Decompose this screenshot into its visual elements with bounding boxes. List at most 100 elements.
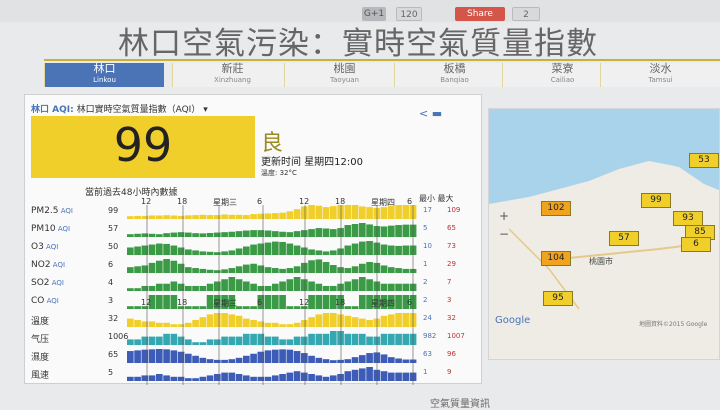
map-marker-2[interactable]: 102: [541, 201, 571, 216]
bar-8-29: [337, 359, 344, 363]
map-marker-1[interactable]: 99: [641, 193, 671, 208]
bar-4-4: [156, 283, 163, 291]
bar-4-15: [235, 279, 243, 291]
bar-7-23: [293, 336, 301, 345]
bar-4-26: [315, 283, 323, 291]
map-marker-8[interactable]: 95: [543, 291, 573, 306]
bar-0-26: [315, 205, 323, 219]
map-marker-7[interactable]: 6: [681, 237, 711, 252]
bar-9-38: [402, 372, 410, 381]
row-name: PM2.5: [31, 206, 59, 216]
bar-1-16: [243, 230, 250, 237]
bar-1-23: [293, 231, 301, 237]
bar-3-21: [279, 268, 286, 273]
bar-5-1: [134, 306, 141, 309]
panel-icons: < ▬: [419, 107, 442, 120]
tab-tamsui[interactable]: 淡水 Tamsui: [600, 63, 720, 87]
bar-0-29: [337, 205, 344, 219]
tab-label: 桃園: [333, 62, 356, 75]
share-icon[interactable]: <: [419, 107, 428, 120]
bar-7-4: [156, 336, 163, 345]
tab-sublabel: Xinzhuang: [214, 76, 251, 84]
axis-mid-tick-5: 18: [335, 298, 346, 307]
bar-2-11: [206, 251, 214, 255]
bar-3-0: [127, 267, 134, 273]
tab-linkou[interactable]: 林口 Linkou: [44, 63, 164, 87]
tab-taoyuan[interactable]: 桃園 Taoyuan: [284, 63, 404, 87]
bar-8-27: [322, 359, 330, 363]
bar-5-31: [351, 306, 359, 309]
bar-2-28: [330, 250, 337, 255]
bar-3-14: [228, 268, 236, 273]
bar-5-30: [344, 306, 352, 309]
bar-2-22: [286, 243, 294, 255]
row-current-8: 65: [108, 350, 119, 359]
bar-7-20: [272, 336, 279, 345]
bar-6-13: [221, 313, 228, 327]
bar-3-12: [214, 270, 221, 273]
bar-6-28: [330, 313, 337, 327]
bar-0-21: [279, 212, 286, 219]
bar-3-10: [199, 268, 207, 273]
bar-2-21: [279, 241, 286, 255]
bar-4-8: [185, 285, 192, 291]
map-marker-3[interactable]: 93: [673, 211, 703, 226]
map-place-label: 桃園市: [589, 257, 613, 266]
bar-7-5: [163, 333, 170, 345]
bar-1-27: [322, 228, 330, 237]
bar-7-29: [337, 331, 344, 345]
bar-6-17: [250, 320, 257, 327]
zoom-out-button[interactable]: −: [499, 227, 509, 241]
bar-1-3: [148, 233, 156, 237]
bar-8-19: [264, 350, 272, 363]
embed-icon[interactable]: ▬: [432, 107, 442, 120]
bar-8-3: [148, 349, 156, 363]
page-title: 林口空氣污染：實時空氣質量指數: [118, 26, 598, 62]
tab-xinzhuang[interactable]: 新莊 Xinzhuang: [172, 63, 292, 87]
bar-9-4: [156, 374, 163, 381]
map-marker-5[interactable]: 57: [609, 231, 639, 246]
bar-8-15: [235, 357, 243, 363]
row-name: 風速: [31, 371, 50, 381]
bar-4-31: [351, 279, 359, 291]
tab-label: 新莊: [221, 62, 244, 75]
chevron-down-icon[interactable]: ▾: [203, 105, 208, 115]
bar-5-4: [156, 295, 163, 309]
bar-2-3: [148, 244, 156, 255]
bar-8-8: [185, 353, 192, 363]
bar-7-35: [380, 333, 388, 345]
bar-7-3: [148, 336, 156, 345]
bar-3-26: [315, 259, 323, 273]
bar-6-4: [156, 322, 163, 327]
row-label-3: NO2 AQI: [31, 260, 65, 270]
map-view[interactable]: + − 桃園市 53 99 102 93 85 57 104 6 95 Google 地圖資料©…: [488, 108, 720, 360]
bar-4-19: [264, 285, 272, 291]
tab-sublabel: Linkou: [93, 76, 116, 84]
bar-9-13: [221, 372, 228, 381]
bar-3-9: [192, 268, 199, 273]
map-marker-6[interactable]: 104: [541, 251, 571, 266]
zoom-in-button[interactable]: +: [499, 209, 509, 223]
row-current-0: 99: [108, 206, 119, 215]
bar-4-27: [322, 285, 330, 291]
bar-8-37: [395, 358, 402, 363]
bar-8-38: [402, 359, 410, 363]
row-name: 气压: [31, 335, 50, 345]
aqi-box: 99: [31, 116, 255, 178]
bar-4-11: [206, 283, 214, 291]
row-label-2: O3 AQI: [31, 242, 58, 252]
bar-4-6: [170, 281, 178, 291]
map-marker-0[interactable]: 53: [689, 153, 719, 168]
bar-0-6: [170, 215, 178, 219]
bar-6-6: [170, 324, 178, 327]
bar-9-9: [192, 378, 199, 381]
bar-7-6: [170, 333, 178, 345]
bar-9-22: [286, 372, 294, 381]
row-label-7: 气压: [31, 332, 49, 345]
tab-label: 板橋: [443, 62, 466, 75]
tab-banqiao[interactable]: 板橋 Banqiao: [394, 63, 514, 87]
bar-3-6: [170, 260, 178, 273]
row-unit: AQI: [49, 279, 64, 287]
bar-9-6: [170, 376, 178, 381]
bar-0-3: [148, 215, 156, 219]
